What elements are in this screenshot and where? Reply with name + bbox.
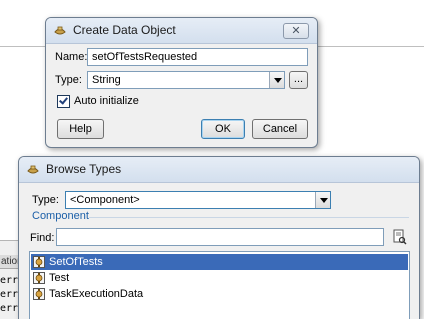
ok-button[interactable]: OK — [201, 119, 245, 139]
browse-type-button[interactable]: ... — [289, 71, 308, 89]
list-item[interactable]: SetOfTests — [31, 254, 408, 270]
browse-type-label: Type: — [32, 194, 59, 206]
create-data-object-dialog: Create Data Object ✕ Name: setOfTestsReq… — [45, 17, 318, 148]
chevron-down-icon[interactable] — [315, 192, 330, 208]
name-label: Name: — [55, 51, 88, 63]
list-item-label: SetOfTests — [49, 256, 103, 268]
name-input[interactable]: setOfTestsRequested — [87, 48, 308, 66]
auto-initialize-label: Auto initialize — [74, 95, 139, 107]
type-list[interactable]: SetOfTests Test TaskExecutionData — [29, 251, 410, 319]
find-input[interactable] — [56, 228, 384, 246]
chevron-down-icon[interactable] — [269, 72, 284, 88]
cancel-button[interactable]: Cancel — [252, 119, 308, 139]
group-divider — [89, 217, 409, 218]
type-combo-value: String — [92, 74, 121, 86]
browse-dialog-titlebar[interactable]: Browse Types — [19, 157, 419, 183]
list-item[interactable]: TaskExecutionData — [31, 286, 408, 302]
dialog-title: Create Data Object — [73, 23, 176, 37]
background-divider — [318, 46, 424, 47]
close-icon: ✕ — [291, 25, 301, 37]
component-icon — [33, 272, 45, 284]
dialog-title: Browse Types — [46, 162, 122, 176]
cancel-button-label: Cancel — [262, 123, 298, 135]
auto-initialize-checkbox[interactable] — [57, 95, 70, 108]
list-item-label: Test — [49, 272, 70, 284]
create-dialog-titlebar[interactable]: Create Data Object ✕ — [46, 18, 317, 44]
type-label: Type: — [55, 74, 82, 86]
help-button-label: Help — [69, 123, 92, 135]
list-item-label: TaskExecutionData — [49, 288, 144, 300]
checkmark-icon — [59, 95, 68, 105]
help-button[interactable]: Help — [57, 119, 104, 139]
component-icon — [33, 288, 45, 300]
component-group-label: Component — [32, 210, 89, 222]
type-combo[interactable]: String — [87, 71, 285, 89]
ok-button-label: OK — [215, 123, 231, 135]
close-button[interactable]: ✕ — [283, 23, 309, 39]
list-item[interactable]: Test — [31, 270, 408, 286]
browse-button-label: ... — [293, 73, 304, 85]
app-icon — [54, 26, 66, 35]
background-divider — [0, 46, 50, 47]
browse-types-dialog: Browse Types Type: <Component> Component… — [18, 156, 420, 319]
browse-type-combo[interactable]: <Component> — [65, 191, 331, 209]
find-options-icon[interactable] — [391, 229, 407, 245]
component-icon — [33, 256, 45, 268]
browse-type-combo-value: <Component> — [70, 194, 140, 206]
app-icon — [27, 165, 39, 174]
find-label: Find: — [30, 232, 55, 244]
